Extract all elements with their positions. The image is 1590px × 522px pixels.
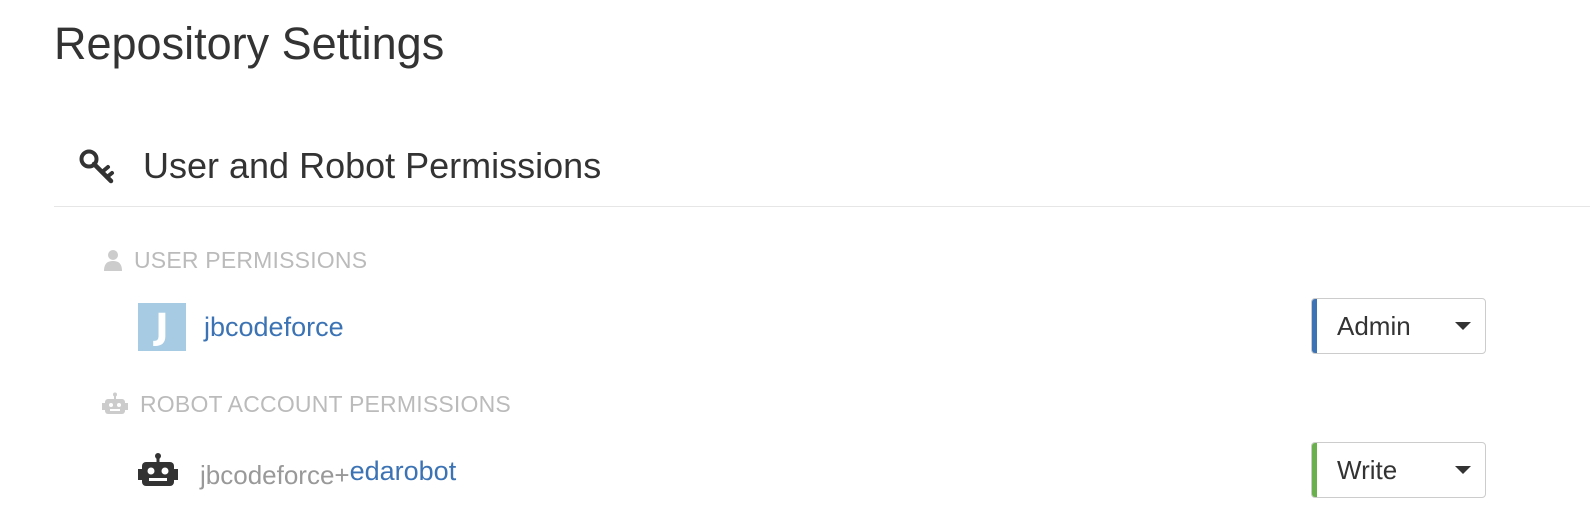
- robot-namespace-prefix: jbcodeforce+: [200, 459, 350, 490]
- user-role-dropdown[interactable]: Admin: [1311, 298, 1486, 354]
- robot-permissions-heading: ROBOT ACCOUNT PERMISSIONS: [102, 390, 511, 418]
- section-title: User and Robot Permissions: [143, 145, 602, 186]
- role-label: Admin: [1337, 310, 1411, 341]
- user-link[interactable]: jbcodeforce: [204, 312, 344, 343]
- role-label: Write: [1337, 454, 1398, 485]
- role-accent-bar: [1312, 443, 1317, 497]
- avatar: J: [138, 303, 186, 351]
- user-permissions-label: USER PERMISSIONS: [134, 246, 368, 273]
- robot-icon: [138, 453, 178, 486]
- chevron-down-icon: [1455, 322, 1471, 330]
- user-permissions-heading: USER PERMISSIONS: [102, 246, 367, 274]
- key-icon: [79, 149, 114, 184]
- permissions-section-header: User and Robot Permissions: [54, 128, 1590, 207]
- user-permission-row: J jbcodeforce: [138, 302, 344, 352]
- repository-settings-page: Repository Settings User and Robot Permi…: [0, 0, 1590, 522]
- role-accent-bar: [1312, 299, 1317, 353]
- chevron-down-icon: [1455, 466, 1471, 474]
- robot-icon: [102, 392, 128, 414]
- robot-permission-row: jbcodeforce+ edarobot: [138, 447, 456, 497]
- user-icon: [104, 250, 122, 271]
- robot-role-dropdown[interactable]: Write: [1311, 442, 1486, 498]
- robot-permissions-label: ROBOT ACCOUNT PERMISSIONS: [140, 390, 511, 417]
- robot-link[interactable]: edarobot: [350, 456, 457, 487]
- page-title: Repository Settings: [54, 18, 445, 69]
